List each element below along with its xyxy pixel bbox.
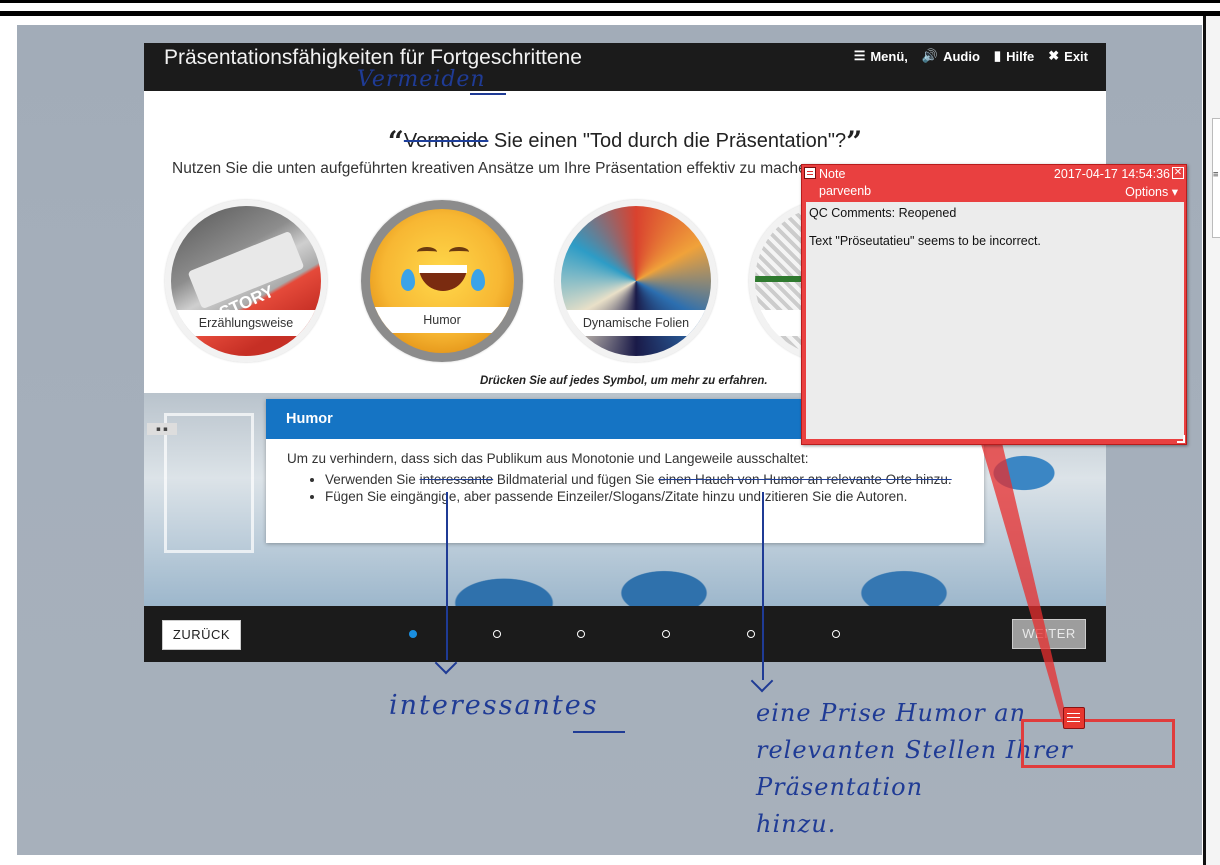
info-bullet: Verwenden Sie interessante Bildmaterial … xyxy=(325,471,964,488)
help-label: Hilfe xyxy=(1006,48,1035,64)
info-bullet: Fügen Sie eingängige, aber passende Einz… xyxy=(325,488,964,505)
progress-dot[interactable] xyxy=(832,630,840,638)
info-card-body: Um zu verhindern, dass sich das Publikum… xyxy=(266,439,984,505)
highlight-box xyxy=(1021,719,1175,768)
emoji-tear xyxy=(401,269,415,291)
note-marker-icon[interactable] xyxy=(1063,707,1085,729)
background-window xyxy=(164,413,254,553)
emoji-teeth xyxy=(419,265,467,273)
bullet-text: Bildmaterial und fügen Sie xyxy=(493,472,659,487)
course-footer: ZURÜCK WEITER xyxy=(144,606,1106,662)
close-quote-glyph: ” xyxy=(846,125,863,158)
audio-icon: 🔊 xyxy=(921,48,939,63)
menu-button[interactable]: ☰ Menü, xyxy=(854,48,908,64)
handwriting-underline xyxy=(573,731,625,733)
close-icon: ✖ xyxy=(1048,48,1060,63)
top-frame-line xyxy=(0,11,1220,13)
help-button[interactable]: ▮ Hilfe xyxy=(994,48,1034,64)
note-comment-title: QC Comments: Reopened xyxy=(809,206,957,220)
topic-humor[interactable]: Humor xyxy=(361,200,523,362)
mini-tag: ▪ ▪ xyxy=(147,423,177,435)
note-label: Note xyxy=(819,167,846,181)
menu-icon: ☰ xyxy=(853,48,866,63)
course-header: Präsentationsfähigkeiten für Fortgeschri… xyxy=(144,43,1106,91)
handwritten-vermeiden: Vermeiden xyxy=(357,67,486,92)
handwriting-pointer-line xyxy=(762,492,764,680)
emoji-eye xyxy=(449,247,469,257)
note-icon xyxy=(804,167,816,179)
exit-label: Exit xyxy=(1064,48,1088,64)
handwritten-interessantes: interessantes xyxy=(389,690,599,721)
headline-rest: Sie einen "Tod durch die Präsentation"? xyxy=(488,130,847,152)
topic-label: Humor xyxy=(370,307,514,333)
struck-text: einen Hauch von Humor an relevante Orte … xyxy=(658,472,952,487)
note-header[interactable]: Note 2017-04-17 14:54:36 ✕ parveenb Opti… xyxy=(802,165,1186,201)
note-date: 2017-04-17 14:54:36 xyxy=(1053,167,1170,181)
exit-button[interactable]: ✖ Exit xyxy=(1048,48,1088,64)
note-resize-handle[interactable] xyxy=(1177,435,1185,443)
progress-dot[interactable] xyxy=(493,630,501,638)
progress-dot-active[interactable] xyxy=(409,630,417,638)
top-frame xyxy=(0,0,1220,16)
laughing-emoji-icon xyxy=(401,229,485,297)
side-panel-grip-icon: ≡ xyxy=(1213,170,1219,180)
slide-headline: “Vermeide Sie einen "Tod durch die Präse… xyxy=(144,125,1106,158)
note-author: parveenb xyxy=(819,184,872,198)
topic-dynamic-slides[interactable]: Dynamische Folien xyxy=(555,200,717,362)
audio-label: Audio xyxy=(943,48,980,64)
open-quote-glyph: “ xyxy=(387,125,404,158)
bullet-text: Verwenden Sie xyxy=(325,472,420,487)
emoji-tear xyxy=(471,269,485,291)
correction-line: hinzu. xyxy=(756,810,837,838)
progress-dot[interactable] xyxy=(662,630,670,638)
topic-storytelling[interactable]: MY STORY Erzählungsweise xyxy=(165,200,327,362)
slide-subline: Nutzen Sie die unten aufgeführten kreati… xyxy=(172,160,820,177)
note-close-icon[interactable]: ✕ xyxy=(1172,167,1184,179)
note-options-dropdown[interactable]: Options ▾ xyxy=(1125,184,1178,199)
emoji-eye xyxy=(417,247,437,257)
menu-label: Menü, xyxy=(870,48,908,64)
progress-dot[interactable] xyxy=(577,630,585,638)
info-bullets: Verwenden Sie interessante Bildmaterial … xyxy=(325,471,964,505)
header-menu: ☰ Menü, 🔊 Audio ▮ Hilfe ✖ Exit xyxy=(854,48,1088,64)
note-comment-text: Text "Pröseutatieu" seems to be incorrec… xyxy=(809,234,1041,248)
info-intro: Um zu verhindern, dass sich das Publikum… xyxy=(287,451,809,466)
handwriting-pointer-line xyxy=(446,492,448,660)
handwriting-underline xyxy=(470,93,506,95)
struck-word: Vermeide xyxy=(403,130,489,152)
help-icon: ▮ xyxy=(993,48,1002,63)
topic-label: Erzählungsweise xyxy=(171,310,321,336)
tap-hint: Drücken Sie auf jedes Symbol, um mehr zu… xyxy=(480,375,768,387)
handwriting-arrow-down xyxy=(750,669,774,693)
audio-button[interactable]: 🔊 Audio xyxy=(922,48,980,64)
topic-label: Dynamische Folien xyxy=(561,310,711,336)
struck-text: interessante xyxy=(419,472,494,487)
back-button[interactable]: ZURÜCK xyxy=(162,620,241,650)
note-body[interactable]: QC Comments: Reopened Text "Pröseutatieu… xyxy=(806,202,1184,439)
handwritten-correction: eine Prise Humor an relevanten Stellen I… xyxy=(756,695,1196,843)
progress-dot[interactable] xyxy=(747,630,755,638)
note-popup[interactable]: Note 2017-04-17 14:54:36 ✕ parveenb Opti… xyxy=(801,164,1187,445)
